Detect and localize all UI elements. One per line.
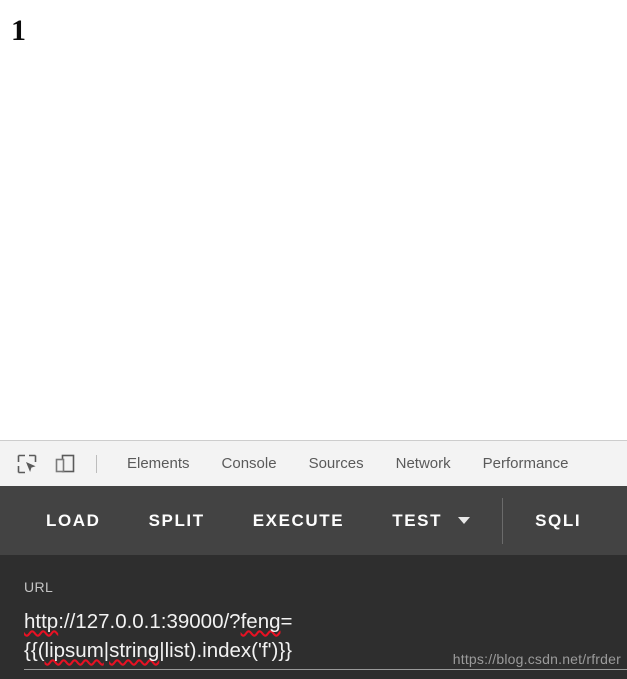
toolbar-divider [96,454,97,473]
toolbar-section-divider [502,497,504,544]
url-token-host: ://127.0.0.1:39000/? [58,610,241,633]
url-input-underline [24,669,627,670]
url-field-label: URL [24,579,54,595]
devtools-tabbar: Elements Console Sources Network Perform… [0,440,627,486]
url-token-payload-b: |list).index('f')}} [159,639,293,662]
execute-button[interactable]: EXECUTE [229,511,369,531]
devtools-tab-elements[interactable]: Elements [111,442,206,486]
chevron-down-icon[interactable] [458,517,471,524]
devtools-tab-network[interactable]: Network [380,442,467,486]
url-panel: URL http://127.0.0.1:39000/?feng= {{(lip… [0,555,627,679]
inspect-element-icon [17,454,37,473]
browser-page-viewport: 1 [0,0,627,440]
test-button-label: TEST [392,510,443,530]
watermark-text: https://blog.csdn.net/rfrder [452,651,621,667]
device-toolbar-icon [55,454,75,472]
url-token-string: string [109,639,160,662]
url-token-feng: feng [240,610,281,633]
page-heading: 1 [11,14,26,47]
split-button[interactable]: SPLIT [125,511,229,531]
devtools-tab-console[interactable]: Console [206,442,293,486]
url-token-http: http [24,610,59,633]
app-action-toolbar: LOAD SPLIT EXECUTE TEST SQLI [0,486,627,555]
url-token-lipsum: lipsum [44,639,104,662]
devtools-tab-performance[interactable]: Performance [467,442,585,486]
inspect-element-button[interactable] [12,449,42,479]
test-button[interactable]: TEST [368,511,494,531]
device-toolbar-button[interactable] [50,449,80,479]
load-button[interactable]: LOAD [22,511,125,531]
devtools-tab-sources[interactable]: Sources [293,442,380,486]
sqli-button[interactable]: SQLI [511,511,605,531]
